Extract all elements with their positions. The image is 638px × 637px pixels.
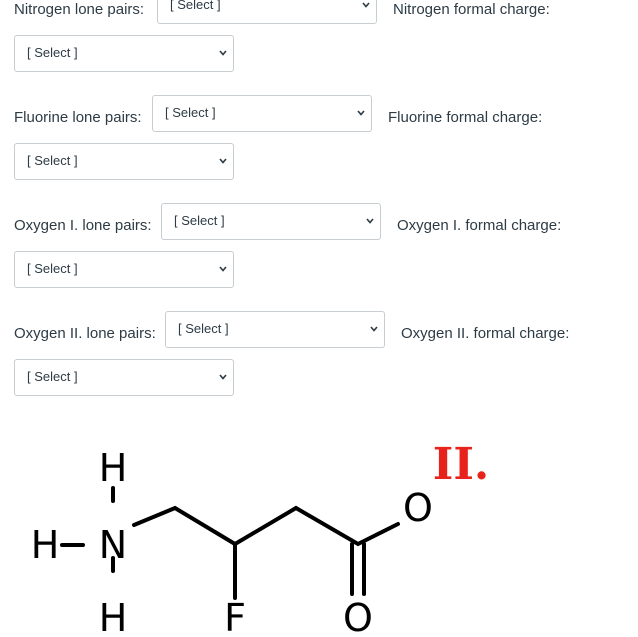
molecule-structure: H H N H F O O II. xyxy=(31,439,490,637)
nitrogen-formal-charge-select-value: [ Select ] xyxy=(27,45,78,60)
oxygen-1-formal-charge-select-value: [ Select ] xyxy=(27,261,78,276)
nitrogen-lone-pairs-label: Nitrogen lone pairs: xyxy=(14,1,145,18)
atom-f: F xyxy=(224,596,246,637)
oxygen-2-formal-charge-label: Oxygen II. formal charge: xyxy=(401,325,570,342)
atom-o-carbonyl: O xyxy=(343,596,373,637)
fluorine-lone-pairs-label: Fluorine lone pairs: xyxy=(14,109,142,126)
oxygen-2-formal-charge-select[interactable]: [ Select ] xyxy=(14,359,234,396)
oxygen-1-formal-charge-label: Oxygen I. formal charge: xyxy=(397,217,562,234)
nitrogen-formal-charge-select[interactable]: [ Select ] xyxy=(14,35,234,72)
fluorine-lone-pairs-select[interactable]: [ Select ] xyxy=(152,95,372,132)
chevron-down-icon xyxy=(366,218,374,224)
nitrogen-lone-pairs-select[interactable]: [ Select ] xyxy=(157,0,377,24)
chevron-down-icon xyxy=(219,266,227,272)
chevron-down-icon xyxy=(219,50,227,56)
fluorine-formal-charge-label: Fluorine formal charge: xyxy=(388,109,543,126)
oxygen-1-formal-charge-select[interactable]: [ Select ] xyxy=(14,251,234,288)
atom-h-bottom: H xyxy=(99,596,128,637)
fluorine-lone-pairs-select-value: [ Select ] xyxy=(165,105,216,120)
chevron-down-icon xyxy=(357,110,365,116)
atom-h-top: H xyxy=(99,446,128,490)
fluorine-formal-charge-select-value: [ Select ] xyxy=(27,153,78,168)
oxygen-2-lone-pairs-select[interactable]: [ Select ] xyxy=(165,311,385,348)
oxygen-2-lone-pairs-label: Oxygen II. lone pairs: xyxy=(14,325,156,342)
chevron-down-icon xyxy=(362,2,370,8)
oxygen-2-formal-charge-select-value: [ Select ] xyxy=(27,369,78,384)
oxygen-1-lone-pairs-select-value: [ Select ] xyxy=(174,213,225,228)
nitrogen-lone-pairs-select-value: [ Select ] xyxy=(170,0,221,12)
atom-h-left: H xyxy=(31,523,60,567)
chevron-down-icon xyxy=(219,374,227,380)
oxygen-2-marker: II. xyxy=(433,439,489,490)
oxygen-2-lone-pairs-select-value: [ Select ] xyxy=(178,321,229,336)
oxygen-1-lone-pairs-select[interactable]: [ Select ] xyxy=(161,203,381,240)
nitrogen-formal-charge-label: Nitrogen formal charge: xyxy=(393,1,550,18)
atom-n: N xyxy=(99,523,127,567)
chevron-down-icon xyxy=(219,158,227,164)
chevron-down-icon xyxy=(370,326,378,332)
bond-carbon-chain xyxy=(132,505,400,547)
fluorine-formal-charge-select[interactable]: [ Select ] xyxy=(14,143,234,180)
oxygen-1-lone-pairs-label: Oxygen I. lone pairs: xyxy=(14,217,152,234)
atom-o-ester: O xyxy=(403,486,433,530)
